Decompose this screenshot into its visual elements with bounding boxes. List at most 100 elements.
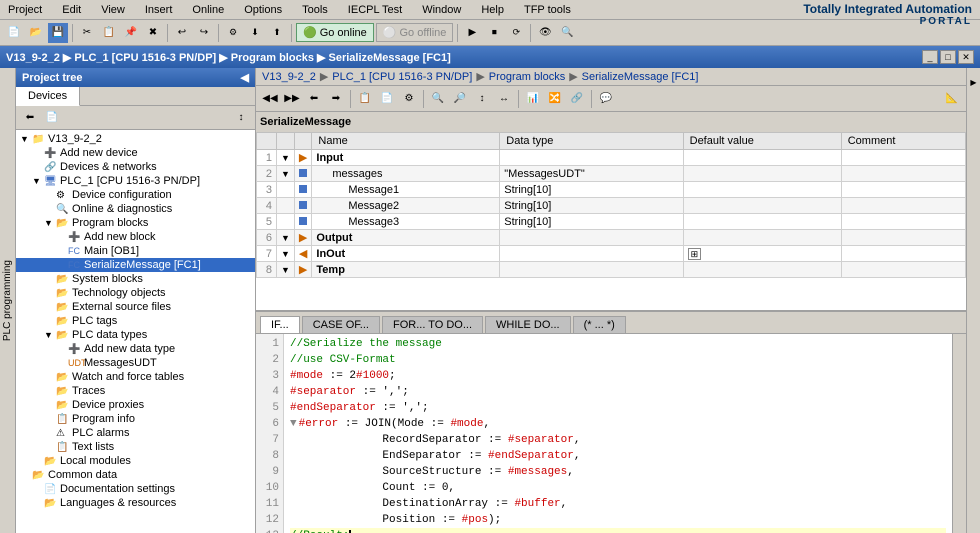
open-button[interactable]: 📂: [26, 23, 46, 43]
table-row-4[interactable]: 5Message3String[10]: [257, 214, 966, 230]
row-expand-1[interactable]: ▼: [277, 166, 295, 182]
tree-item-26[interactable]: 📂Languages & resources: [16, 496, 255, 510]
download-button[interactable]: ⬇: [245, 23, 265, 43]
tree-item-6[interactable]: ▼📂Program blocks: [16, 216, 255, 230]
compile-button[interactable]: ⚙: [223, 23, 243, 43]
menu-project[interactable]: Project: [4, 2, 46, 18]
start-button[interactable]: ▶: [462, 23, 482, 43]
et-btn-6[interactable]: 📄: [377, 89, 397, 109]
et-btn-10[interactable]: ↔: [494, 89, 514, 109]
monitor-button[interactable]: 👁: [535, 23, 555, 43]
et-compile[interactable]: ⚙: [399, 89, 419, 109]
tree-item-4[interactable]: ⚙Device configuration: [16, 188, 255, 202]
upload-button[interactable]: ⬆: [267, 23, 287, 43]
table-row-1[interactable]: 2▼messages"MessagesUDT": [257, 166, 966, 182]
row-expand-2[interactable]: [277, 182, 295, 198]
code-editor[interactable]: 1234567891011121314151617 //Serialize th…: [256, 334, 966, 533]
table-row-7[interactable]: 8▼▶Temp: [257, 262, 966, 278]
table-row-3[interactable]: 4Message2String[10]: [257, 198, 966, 214]
et-btn-9[interactable]: ↕: [472, 89, 492, 109]
menu-options[interactable]: Options: [240, 2, 286, 18]
tree-item-1[interactable]: ➕Add new device: [16, 146, 255, 160]
code-tab-3[interactable]: WHILE DO...: [485, 316, 571, 333]
close-button[interactable]: ✕: [958, 50, 974, 64]
menu-window[interactable]: Window: [418, 2, 465, 18]
row-expand-4[interactable]: [277, 214, 295, 230]
et-btn-14[interactable]: 💬: [596, 89, 616, 109]
et-btn-12[interactable]: 🔀: [545, 89, 565, 109]
et-btn-1[interactable]: ◀◀: [260, 89, 280, 109]
minimize-button[interactable]: _: [922, 50, 938, 64]
tree-item-11[interactable]: 📂Technology objects: [16, 286, 255, 300]
sidebar-btn-3[interactable]: ↕: [231, 108, 251, 128]
menu-tfp[interactable]: TFP tools: [520, 2, 575, 18]
tree-item-13[interactable]: 📂PLC tags: [16, 314, 255, 328]
tree-item-2[interactable]: 🔗Devices & networks: [16, 160, 255, 174]
tree-item-16[interactable]: UDTMessagesUDT: [16, 356, 255, 370]
delete-button[interactable]: ✖: [143, 23, 163, 43]
tree-item-17[interactable]: 📂Watch and force tables: [16, 370, 255, 384]
et-btn-15[interactable]: 📐: [942, 89, 962, 109]
et-btn-7[interactable]: 🔍: [428, 89, 448, 109]
tree-item-23[interactable]: 📂Local modules: [16, 454, 255, 468]
restore-button[interactable]: □: [940, 50, 956, 64]
row-expand-7[interactable]: ▼: [277, 262, 295, 278]
breadcrumb-plc[interactable]: PLC_1 [CPU 1516-3 PN/DP]: [332, 71, 472, 83]
sidebar-collapse-icon[interactable]: ◀: [241, 71, 249, 84]
tree-item-24[interactable]: 📂Common data: [16, 468, 255, 482]
breadcrumb-project[interactable]: V13_9-2_2: [262, 71, 316, 83]
sidebar-btn-2[interactable]: 📄: [42, 108, 62, 128]
stop-button[interactable]: ⏹: [484, 23, 504, 43]
menu-insert[interactable]: Insert: [141, 2, 177, 18]
cut-button[interactable]: ✂: [77, 23, 97, 43]
tree-item-5[interactable]: 🔍Online & diagnostics: [16, 202, 255, 216]
save-button[interactable]: 💾: [48, 23, 68, 43]
table-row-0[interactable]: 1▼▶Input: [257, 150, 966, 166]
row-expand-5[interactable]: ▼: [277, 230, 295, 246]
et-btn-2[interactable]: ▶▶: [282, 89, 302, 109]
paste-button[interactable]: 📌: [121, 23, 141, 43]
scrollbar-track[interactable]: [952, 334, 966, 533]
table-row-2[interactable]: 3Message1String[10]: [257, 182, 966, 198]
et-btn-11[interactable]: 📊: [523, 89, 543, 109]
row-expand-6[interactable]: ▼: [277, 246, 295, 262]
tree-item-3[interactable]: ▼🖥PLC_1 [CPU 1516-3 PN/DP]: [16, 174, 255, 188]
et-btn-8[interactable]: 🔎: [450, 89, 470, 109]
code-tab-4[interactable]: (* ... *): [573, 316, 626, 333]
breadcrumb-serialize[interactable]: SerializeMessage [FC1]: [582, 71, 699, 83]
copy-button[interactable]: 📋: [99, 23, 119, 43]
row-expand-0[interactable]: ▼: [277, 150, 295, 166]
menu-edit[interactable]: Edit: [58, 2, 85, 18]
go-online-button[interactable]: 🟢 Go online: [296, 23, 374, 42]
code-tab-2[interactable]: FOR... TO DO...: [382, 316, 483, 333]
rp-btn-1[interactable]: ▶: [964, 72, 980, 92]
zoom-button[interactable]: 🔍: [557, 23, 577, 43]
sidebar-btn-1[interactable]: ⬅: [20, 108, 40, 128]
devices-tab[interactable]: Devices: [16, 87, 80, 106]
et-btn-5[interactable]: 📋: [355, 89, 375, 109]
menu-iecpl[interactable]: IECPL Test: [344, 2, 406, 18]
row-expand-3[interactable]: [277, 198, 295, 214]
tree-item-20[interactable]: 📋Program info: [16, 412, 255, 426]
tree-item-8[interactable]: FCMain [OB1]: [16, 244, 255, 258]
tree-item-21[interactable]: ⚠PLC alarms: [16, 426, 255, 440]
et-btn-4[interactable]: ➡: [326, 89, 346, 109]
tree-item-15[interactable]: ➕Add new data type: [16, 342, 255, 356]
tree-item-25[interactable]: 📄Documentation settings: [16, 482, 255, 496]
tree-item-9[interactable]: FCSerializeMessage [FC1]: [16, 258, 255, 272]
tree-item-18[interactable]: 📂Traces: [16, 384, 255, 398]
code-tab-0[interactable]: IF...: [260, 316, 300, 333]
table-row-6[interactable]: 7▼◀InOut⊞: [257, 246, 966, 262]
tree-item-10[interactable]: 📂System blocks: [16, 272, 255, 286]
tree-item-0[interactable]: ▼📁V13_9-2_2: [16, 132, 255, 146]
redo-button[interactable]: ↪: [194, 23, 214, 43]
breadcrumb-program-blocks[interactable]: Program blocks: [489, 71, 565, 83]
table-row-5[interactable]: 6▼▶Output: [257, 230, 966, 246]
tree-item-12[interactable]: 📂External source files: [16, 300, 255, 314]
menu-tools[interactable]: Tools: [298, 2, 332, 18]
tree-item-7[interactable]: ➕Add new block: [16, 230, 255, 244]
et-btn-3[interactable]: ⬅: [304, 89, 324, 109]
tree-item-14[interactable]: ▼📂PLC data types: [16, 328, 255, 342]
menu-online[interactable]: Online: [188, 2, 228, 18]
code-content[interactable]: //Serialize the message//use CSV-Format#…: [284, 334, 952, 533]
